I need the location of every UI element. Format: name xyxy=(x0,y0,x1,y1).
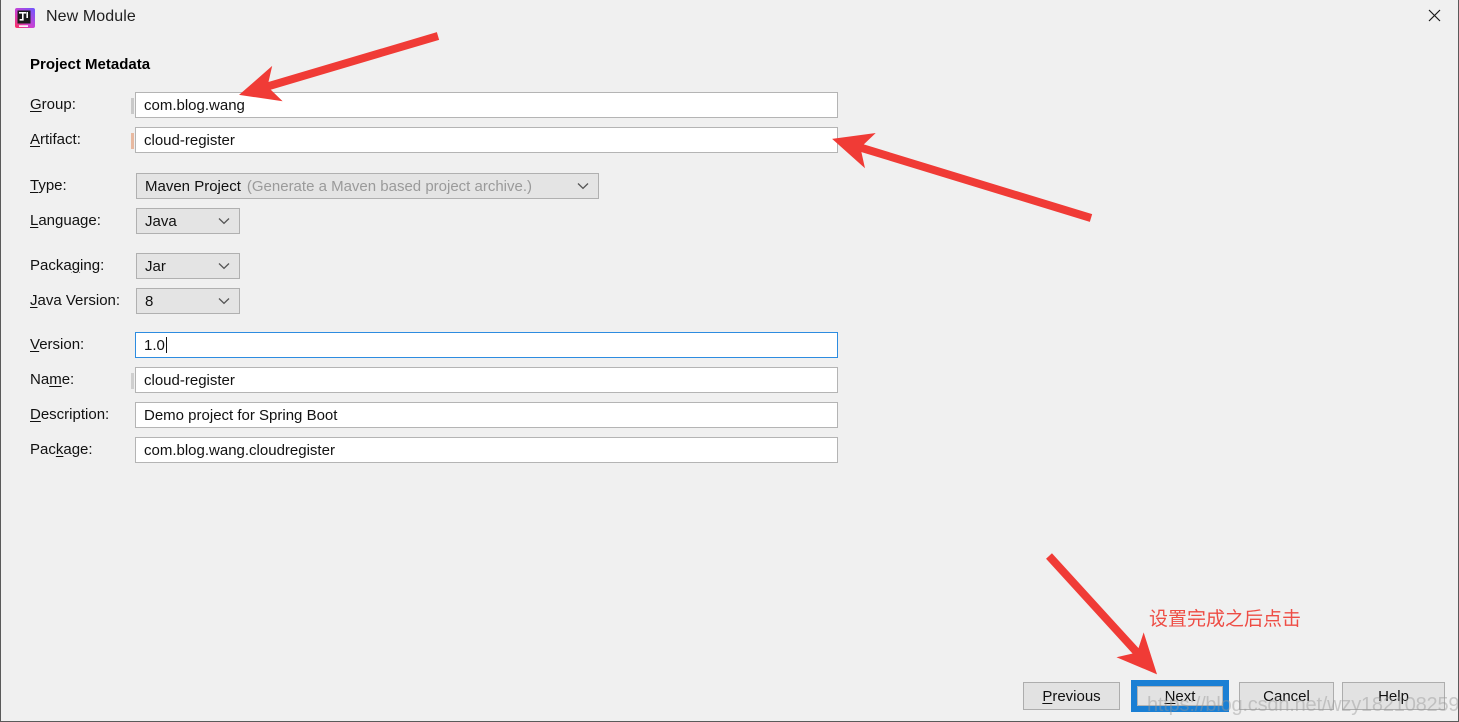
close-icon[interactable] xyxy=(1410,0,1458,31)
artifact-input[interactable]: cloud-register xyxy=(135,127,838,153)
chevron-down-icon xyxy=(218,217,230,225)
package-input[interactable]: com.blog.wang.cloudregister xyxy=(135,437,838,463)
packaging-dropdown[interactable]: Jar xyxy=(136,253,240,279)
intellij-idea-icon xyxy=(14,7,36,29)
page-title: Project Metadata xyxy=(30,56,151,73)
label-group: Group: xyxy=(30,96,76,113)
label-type: Type: xyxy=(30,177,67,194)
type-dropdown[interactable]: Maven Project (Generate a Maven based pr… xyxy=(136,173,599,199)
previous-button[interactable]: Previous xyxy=(1023,682,1120,710)
arrow-to-next-button xyxy=(1046,553,1158,675)
version-input-value: 1.0 xyxy=(144,336,165,354)
text-caret xyxy=(165,337,167,353)
description-input[interactable]: Demo project for Spring Boot xyxy=(135,402,838,428)
window-title: New Module xyxy=(46,8,136,25)
label-version: Version: xyxy=(30,336,85,353)
label-language: Language: xyxy=(30,212,101,229)
label-artifact: Artifact: xyxy=(30,131,81,148)
label-name: Name: xyxy=(30,371,75,388)
new-module-dialog: New Module Project Metadata Group: com.b… xyxy=(0,0,1459,722)
type-dropdown-hint: (Generate a Maven based project archive.… xyxy=(246,177,533,195)
group-input-value: com.blog.wang xyxy=(144,96,245,114)
chevron-down-icon xyxy=(218,297,230,305)
previous-button-label: Previous xyxy=(1042,687,1101,705)
java-version-dropdown[interactable]: 8 xyxy=(136,288,240,314)
label-description: Description: xyxy=(30,406,110,423)
language-dropdown[interactable]: Java xyxy=(136,208,240,234)
group-input[interactable]: com.blog.wang xyxy=(135,92,838,118)
annotation-text: 设置完成之后点击 xyxy=(1149,609,1302,630)
label-packaging: Packaging: xyxy=(30,257,105,274)
chevron-down-icon xyxy=(218,262,230,270)
field-edge-marker-name xyxy=(131,373,134,389)
language-dropdown-value: Java xyxy=(145,212,177,230)
package-input-value: com.blog.wang.cloudregister xyxy=(144,441,335,459)
name-input[interactable]: cloud-register xyxy=(135,367,838,393)
watermark-text: https://blog.csdn.net/wzy18210825916 xyxy=(1147,694,1459,716)
chevron-down-icon xyxy=(577,182,589,190)
arrow-to-artifact-field xyxy=(832,133,1093,222)
name-input-value: cloud-register xyxy=(144,371,235,389)
arrow-to-group-field xyxy=(239,32,440,102)
type-dropdown-value: Maven Project xyxy=(145,177,241,195)
version-input[interactable]: 1.0 xyxy=(135,332,838,358)
java-version-dropdown-value: 8 xyxy=(145,292,154,310)
field-edge-marker-artifact xyxy=(131,133,134,149)
field-edge-marker-group xyxy=(131,98,134,114)
label-package: Package: xyxy=(30,441,93,458)
artifact-input-value: cloud-register xyxy=(144,131,235,149)
title-bar: New Module xyxy=(1,0,1458,36)
description-input-value: Demo project for Spring Boot xyxy=(144,406,338,424)
label-java-version: Java Version: xyxy=(30,292,121,309)
packaging-dropdown-value: Jar xyxy=(145,257,166,275)
